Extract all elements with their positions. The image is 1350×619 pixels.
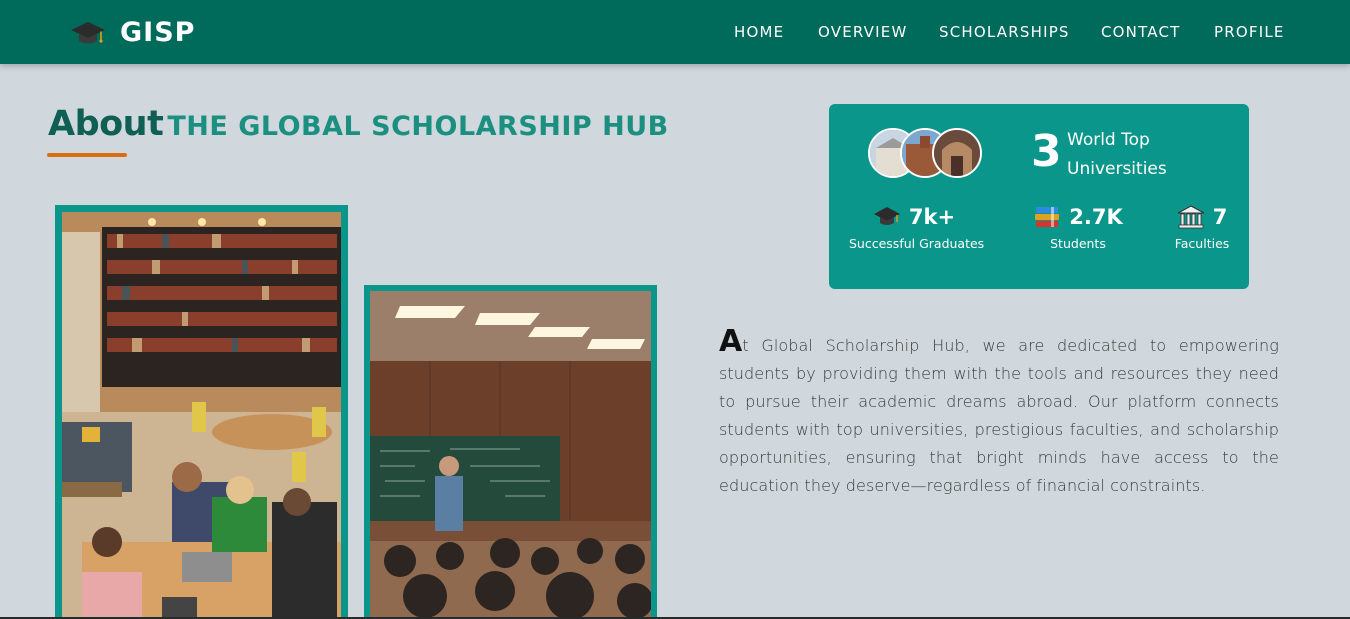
lecture-photo-frame <box>364 285 657 619</box>
books-icon <box>1033 204 1061 230</box>
university-avatars <box>868 128 983 178</box>
brand-name: GISP <box>120 17 196 48</box>
stat-value: 7k+ <box>908 205 956 229</box>
stat-graduates: 7k+ Successful Graduates <box>849 202 985 251</box>
library-photo <box>62 212 341 619</box>
description-text: t Global Scholarship Hub, we are dedicat… <box>719 336 1279 495</box>
stat-label: Faculties <box>1174 236 1230 251</box>
stat-value: 2.7K <box>1069 205 1123 229</box>
stat-faculties: 7 Faculties <box>1163 202 1241 251</box>
universities-label: World Top Universities <box>1067 130 1167 179</box>
stat-label: Successful Graduates <box>849 236 985 251</box>
stat-students: 2.7K Students <box>1028 202 1128 251</box>
lecture-photo <box>370 291 651 619</box>
about-title: About <box>48 104 164 144</box>
about-subtitle: THE GLOBAL SCHOLARSHIP HUB <box>167 111 669 142</box>
stat-label: Students <box>1050 236 1106 251</box>
drop-cap: A <box>719 324 743 359</box>
heading-underline <box>47 153 127 157</box>
nav-home-link[interactable]: HOME <box>734 22 784 42</box>
institution-icon <box>1177 204 1205 230</box>
stats-card: 3 World Top Universities 7k+ Successful … <box>829 104 1249 289</box>
about-heading: About THE GLOBAL SCHOLARSHIP HUB <box>48 104 669 144</box>
about-description: At Global Scholarship Hub, we are dedica… <box>719 327 1279 500</box>
library-photo-frame <box>55 205 348 619</box>
stat-value: 7 <box>1212 205 1228 229</box>
nav-overview-link[interactable]: OVERVIEW <box>818 22 907 42</box>
nav-profile-link[interactable]: PROFILE <box>1214 22 1285 42</box>
university-avatar <box>932 128 982 178</box>
nav-contact-link[interactable]: CONTACT <box>1101 22 1181 42</box>
graduation-cap-icon <box>873 204 901 230</box>
top-navbar: GISP HOME OVERVIEW SCHOLARSHIPS CONTACT … <box>0 0 1350 64</box>
nav-scholarships-link[interactable]: SCHOLARSHIPS <box>939 22 1070 42</box>
brand-logo[interactable]: GISP <box>70 17 195 49</box>
universities-count: 3 <box>1031 126 1062 177</box>
graduation-cap-icon <box>70 18 106 48</box>
